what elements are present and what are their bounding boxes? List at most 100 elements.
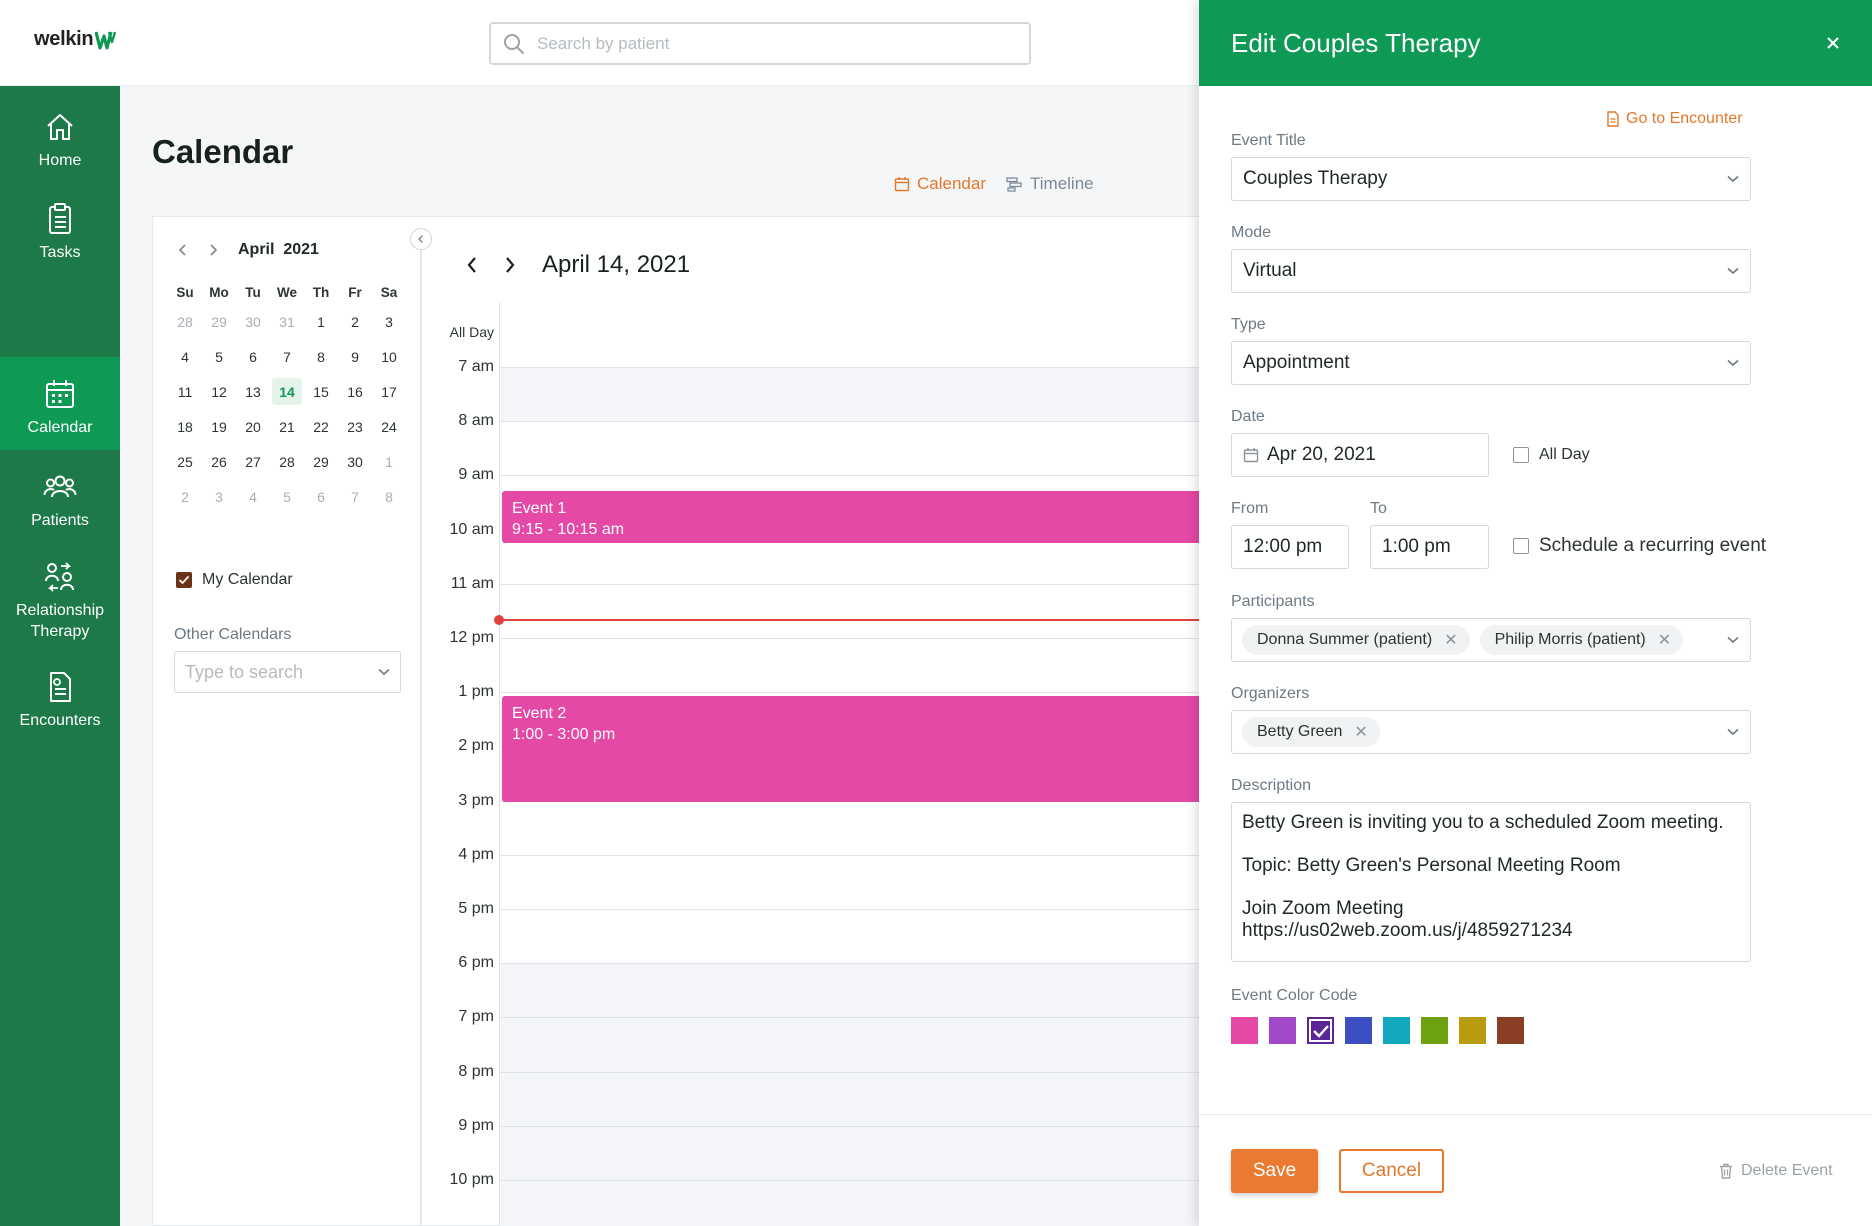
mini-calendar-day[interactable]: 1 <box>304 304 338 339</box>
collapse-panel-button[interactable] <box>410 228 432 250</box>
mini-calendar-day[interactable]: 28 <box>168 304 202 339</box>
sidebar-item-home[interactable]: Home <box>0 86 120 180</box>
color-swatch[interactable] <box>1421 1017 1448 1044</box>
color-swatch-selected[interactable] <box>1307 1017 1334 1044</box>
all-day-checkbox[interactable] <box>1513 447 1529 463</box>
mini-calendar-day[interactable]: 2 <box>168 479 202 514</box>
mini-calendar-day[interactable]: 7 <box>338 479 372 514</box>
recurring-toggle[interactable]: Schedule a recurring event <box>1513 535 1766 557</box>
description-textarea[interactable]: Betty Green is inviting you to a schedul… <box>1231 802 1751 962</box>
hour-slot[interactable] <box>499 909 1200 963</box>
go-to-encounter-link[interactable]: Go to Encounter <box>1606 110 1743 128</box>
cancel-button[interactable]: Cancel <box>1339 1149 1444 1193</box>
calendar-event[interactable]: Event 2 1:00 - 3:00 pm <box>502 696 1200 802</box>
mini-calendar-day[interactable]: 3 <box>202 479 236 514</box>
mini-calendar-day[interactable]: 20 <box>236 409 270 444</box>
hour-slot[interactable] <box>499 1180 1200 1226</box>
save-button[interactable]: Save <box>1231 1149 1318 1193</box>
search-input[interactable] <box>537 33 997 54</box>
mini-calendar-day[interactable]: 24 <box>372 409 406 444</box>
hour-slot[interactable] <box>499 800 1200 855</box>
mini-calendar-day[interactable]: 31 <box>270 304 304 339</box>
sidebar-item-encounters[interactable]: Encounters <box>0 652 120 746</box>
next-day-button[interactable] <box>500 250 520 280</box>
color-swatch[interactable] <box>1231 1017 1258 1044</box>
prev-month-button[interactable] <box>168 236 198 264</box>
mini-calendar-day[interactable]: 5 <box>270 479 304 514</box>
recurring-checkbox[interactable] <box>1513 538 1529 554</box>
mini-calendar-day[interactable]: 2 <box>338 304 372 339</box>
hour-slot[interactable] <box>499 854 1200 909</box>
mode-select[interactable]: Virtual <box>1231 249 1751 293</box>
mini-calendar-day[interactable]: 11 <box>168 374 202 409</box>
sidebar-item-relationship-therapy[interactable]: Relationship Therapy <box>0 540 120 652</box>
delete-event-button[interactable]: Delete Event <box>1719 1162 1833 1180</box>
mini-calendar-day[interactable]: 9 <box>338 339 372 374</box>
mini-calendar-day[interactable]: 21 <box>270 409 304 444</box>
mini-calendar-day[interactable]: 15 <box>304 374 338 409</box>
mini-calendar-day[interactable]: 7 <box>270 339 304 374</box>
to-time-field[interactable]: 1:00 pm <box>1370 525 1489 569</box>
sidebar-item-patients[interactable]: Patients <box>0 450 120 540</box>
close-button[interactable] <box>1821 31 1845 55</box>
mini-calendar-day[interactable]: 4 <box>168 339 202 374</box>
mini-calendar-day[interactable]: 12 <box>202 374 236 409</box>
color-swatch[interactable] <box>1459 1017 1486 1044</box>
sidebar-item-tasks[interactable]: Tasks <box>0 180 120 272</box>
remove-chip-icon[interactable]: ✕ <box>1354 722 1367 742</box>
my-calendar-toggle[interactable]: My Calendar <box>176 571 293 589</box>
mini-calendar-day[interactable]: 17 <box>372 374 406 409</box>
mini-calendar-day[interactable]: 5 <box>202 339 236 374</box>
event-title-select[interactable]: Couples Therapy <box>1231 157 1751 201</box>
timeline-view-button[interactable]: Timeline <box>1006 174 1094 194</box>
mini-calendar-day[interactable]: 29 <box>202 304 236 339</box>
mini-calendar-day[interactable]: 26 <box>202 444 236 479</box>
mini-calendar-day[interactable]: 23 <box>338 409 372 444</box>
calendar-event[interactable]: Event 1 9:15 - 10:15 am <box>502 491 1200 543</box>
all-day-row[interactable] <box>499 302 1200 367</box>
welkin-logo[interactable]: welkin <box>34 28 117 51</box>
mini-calendar-day[interactable]: 6 <box>304 479 338 514</box>
prev-day-button[interactable] <box>462 250 482 280</box>
mini-calendar-day[interactable]: 8 <box>304 339 338 374</box>
hour-slot[interactable] <box>499 1017 1200 1072</box>
type-select[interactable]: Appointment <box>1231 341 1751 385</box>
organizers-select[interactable]: Betty Green ✕ <box>1231 710 1751 754</box>
mini-calendar-day[interactable]: 30 <box>236 304 270 339</box>
hour-slot[interactable] <box>499 367 1200 422</box>
hour-slot[interactable] <box>499 421 1200 475</box>
calendar-view-button[interactable]: Calendar <box>894 174 986 194</box>
my-calendar-checkbox[interactable] <box>176 572 192 588</box>
mini-calendar-day[interactable]: 4 <box>236 479 270 514</box>
remove-chip-icon[interactable]: ✕ <box>1444 630 1457 650</box>
mini-calendar-day[interactable]: 16 <box>338 374 372 409</box>
color-swatch[interactable] <box>1269 1017 1296 1044</box>
participants-select[interactable]: Donna Summer (patient) ✕ Philip Morris (… <box>1231 618 1751 662</box>
patient-search[interactable] <box>489 22 1031 65</box>
date-picker[interactable]: Apr 20, 2021 <box>1231 433 1489 477</box>
mini-calendar-day[interactable]: 25 <box>168 444 202 479</box>
mini-calendar-day[interactable]: 30 <box>338 444 372 479</box>
mini-calendar-day[interactable]: 13 <box>236 374 270 409</box>
mini-calendar-day[interactable]: 22 <box>304 409 338 444</box>
hour-slot[interactable] <box>499 963 1200 1018</box>
color-swatch[interactable] <box>1345 1017 1372 1044</box>
mini-calendar-day[interactable]: 1 <box>372 444 406 479</box>
mini-calendar-day[interactable]: 29 <box>304 444 338 479</box>
hour-slot[interactable] <box>499 583 1200 638</box>
next-month-button[interactable] <box>198 236 228 264</box>
from-time-field[interactable]: 12:00 pm <box>1231 525 1349 569</box>
mini-calendar-day[interactable]: 27 <box>236 444 270 479</box>
mini-calendar-day[interactable]: 6 <box>236 339 270 374</box>
hour-slot[interactable] <box>499 1125 1200 1180</box>
hour-slot[interactable] <box>499 1071 1200 1126</box>
color-swatch[interactable] <box>1383 1017 1410 1044</box>
mini-calendar-day[interactable]: 8 <box>372 479 406 514</box>
color-swatch[interactable] <box>1497 1017 1524 1044</box>
all-day-toggle[interactable]: All Day <box>1513 446 1590 464</box>
other-calendars-select[interactable]: Type to search <box>174 651 401 693</box>
mini-calendar-day[interactable]: 28 <box>270 444 304 479</box>
mini-calendar-day[interactable]: 3 <box>372 304 406 339</box>
mini-calendar-day[interactable]: 19 <box>202 409 236 444</box>
remove-chip-icon[interactable]: ✕ <box>1658 630 1671 650</box>
